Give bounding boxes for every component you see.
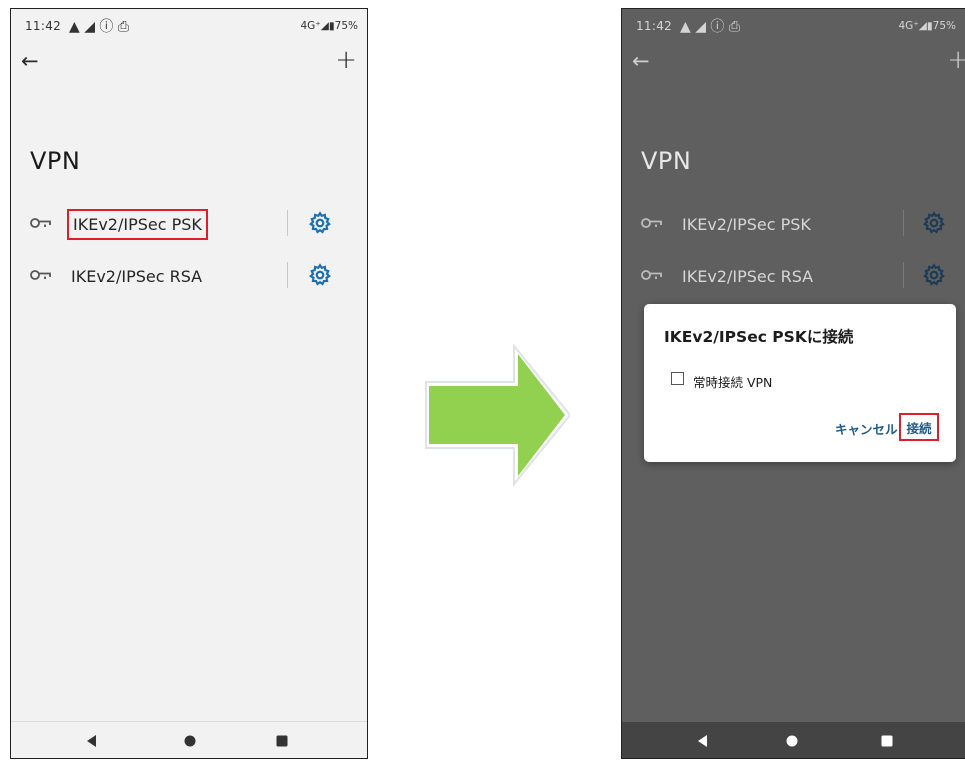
nav-recents-icon[interactable]: [878, 732, 896, 750]
gear-icon[interactable]: [921, 210, 947, 236]
add-vpn-icon[interactable]: +: [335, 47, 357, 73]
back-arrow-icon[interactable]: ←: [21, 49, 39, 73]
screen-after: 11:42 ▲ ◢ ⓘ ⎙ 4G⁺◢▮75% ← + VPN IKEv2/IPS…: [621, 8, 965, 759]
screen-before: 11:42 ▲ ◢ ⓘ ⎙ 4G⁺◢▮75% ← + VPN IKEv2/IPS…: [10, 8, 368, 759]
connect-button[interactable]: 接続: [899, 413, 939, 441]
key-icon: [641, 218, 662, 228]
vpn-item-psk[interactable]: IKEv2/IPSec PSK: [622, 199, 965, 247]
notification-icons: ▲ ◢ ⓘ ⎙: [680, 19, 741, 35]
signal-battery: 4G⁺◢▮75%: [300, 20, 358, 32]
vpn-item-rsa[interactable]: IKEv2/IPSec RSA: [622, 251, 965, 299]
divider: [903, 210, 904, 236]
page-title: VPN: [641, 147, 692, 175]
nav-home-icon[interactable]: [181, 732, 199, 750]
key-icon: [30, 218, 51, 228]
vpn-item-psk[interactable]: IKEv2/IPSec PSK: [11, 199, 367, 247]
navigation-bar: [622, 722, 965, 758]
connect-dialog: IKEv2/IPSec PSKに接続 常時接続 VPN キャンセル 接続: [644, 304, 956, 462]
key-icon: [641, 270, 662, 280]
divider: [287, 210, 288, 236]
cancel-button[interactable]: キャンセル: [835, 419, 898, 438]
status-time: 11:42: [25, 19, 62, 33]
always-on-vpn-checkbox[interactable]: [671, 372, 684, 385]
key-icon: [30, 270, 51, 280]
status-bar: 11:42 ▲ ◢ ⓘ ⎙ 4G⁺◢▮75%: [622, 15, 965, 37]
vpn-item-label: IKEv2/IPSec RSA: [71, 267, 203, 286]
vpn-item-label: IKEv2/IPSec PSK: [682, 215, 811, 234]
nav-home-icon[interactable]: [783, 732, 801, 750]
nav-back-icon[interactable]: [83, 732, 101, 750]
divider: [287, 262, 288, 288]
page-title: VPN: [30, 147, 81, 175]
navigation-bar: [11, 721, 367, 758]
signal-battery: 4G⁺◢▮75%: [898, 20, 956, 32]
vpn-item-rsa[interactable]: IKEv2/IPSec RSA: [11, 251, 367, 299]
dialog-title: IKEv2/IPSec PSKに接続: [664, 328, 854, 346]
nav-recents-icon[interactable]: [273, 732, 291, 750]
vpn-item-label: IKEv2/IPSec RSA: [682, 267, 814, 286]
vpn-item-label: IKEv2/IPSec PSK: [67, 209, 208, 240]
gear-icon[interactable]: [307, 210, 333, 236]
divider: [903, 262, 904, 288]
add-vpn-icon[interactable]: +: [947, 47, 965, 73]
back-arrow-icon[interactable]: ←: [632, 49, 650, 73]
status-bar: 11:42 ▲ ◢ ⓘ ⎙ 4G⁺◢▮75%: [11, 15, 367, 37]
right-arrow-icon: [425, 343, 570, 487]
gear-icon[interactable]: [307, 262, 333, 288]
nav-back-icon[interactable]: [694, 732, 712, 750]
gear-icon[interactable]: [921, 262, 947, 288]
notification-icons: ▲ ◢ ⓘ ⎙: [69, 19, 130, 35]
always-on-vpn-label[interactable]: 常時接続 VPN: [693, 372, 772, 391]
status-time: 11:42: [636, 19, 673, 33]
